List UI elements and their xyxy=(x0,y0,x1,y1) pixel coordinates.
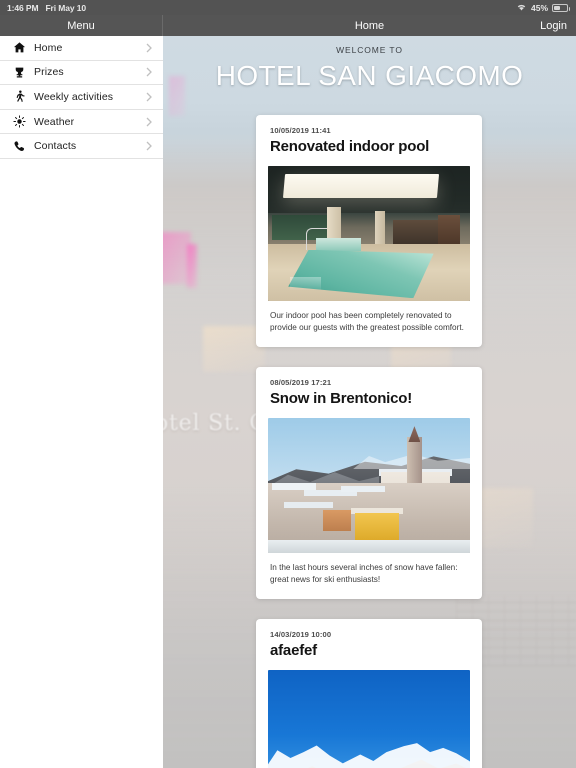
news-card-date: 08/05/2019 17:21 xyxy=(270,378,332,387)
news-card-text: Our indoor pool has been completely reno… xyxy=(270,311,464,332)
news-card-title: Snow in Brentonico! xyxy=(270,390,413,407)
news-card-text: In the last hours several inches of snow… xyxy=(270,563,458,584)
status-date: Fri May 10 xyxy=(45,2,87,13)
chevron-right-icon xyxy=(146,67,152,77)
sidebar-menu: Home Prizes Weekly activities Weather Co… xyxy=(0,36,163,768)
status-bar-left: 1:46 PM Fri May 10 xyxy=(0,3,86,13)
chevron-right-icon xyxy=(146,92,152,102)
status-time: 1:46 PM xyxy=(7,2,39,13)
chevron-right-icon xyxy=(146,117,152,127)
news-card-image xyxy=(268,670,470,768)
main-nav-bar: Home Login xyxy=(163,15,576,36)
login-button[interactable]: Login xyxy=(540,20,576,32)
sidebar-item-weather[interactable]: Weather xyxy=(0,109,163,135)
news-card[interactable]: 14/03/2019 10:00 afaefef xyxy=(256,619,482,768)
sun-icon xyxy=(9,115,29,128)
ipad-app-screen: 1:46 PM Fri May 10 45% Menu Home Login H… xyxy=(0,0,576,768)
chevron-right-icon xyxy=(146,43,152,53)
news-card-date: 10/05/2019 11:41 xyxy=(270,126,331,135)
snowy-village-photo xyxy=(268,418,470,553)
trophy-icon xyxy=(9,66,29,79)
sidebar-item-weekly-activities[interactable]: Weekly activities xyxy=(0,85,163,110)
news-card-image xyxy=(268,166,470,301)
sidebar-item-prizes[interactable]: Prizes xyxy=(0,60,163,86)
navigation-bar: Menu Home Login xyxy=(0,15,576,36)
news-card-date: 14/03/2019 10:00 xyxy=(270,630,332,639)
sidebar-item-label: Prizes xyxy=(34,66,64,79)
sidebar-nav-title: Menu xyxy=(67,19,95,32)
snow-mountains-photo xyxy=(268,670,470,768)
news-card-title: afaefef xyxy=(270,642,317,659)
main-content[interactable]: ★ ★ ★ otel St. Gia WELCOME TO HOTEL SAN … xyxy=(163,36,576,768)
chevron-right-icon xyxy=(146,141,152,151)
sidebar-item-label: Weekly activities xyxy=(34,90,114,103)
battery-icon xyxy=(552,3,570,12)
sidebar-item-label: Contacts xyxy=(34,140,77,153)
sidebar-item-home[interactable]: Home xyxy=(0,36,163,61)
news-card[interactable]: 10/05/2019 11:41 Renovated indoor pool O… xyxy=(256,115,482,347)
battery-percent: 45% xyxy=(530,2,548,13)
status-bar-right: 45% xyxy=(516,3,576,13)
sidebar-nav-title-bar: Menu xyxy=(0,15,163,36)
sidebar-item-contacts[interactable]: Contacts xyxy=(0,134,163,159)
news-card-image xyxy=(268,418,470,553)
wifi-icon xyxy=(516,3,527,12)
sidebar-item-label: Home xyxy=(34,41,63,54)
sidebar-item-label: Weather xyxy=(34,115,75,128)
status-bar: 1:46 PM Fri May 10 45% xyxy=(0,0,576,15)
walking-person-icon xyxy=(9,90,29,103)
news-card-title: Renovated indoor pool xyxy=(270,138,430,155)
news-card[interactable]: 08/05/2019 17:21 Snow in Brentonico! In … xyxy=(256,367,482,599)
news-feed[interactable]: 10/05/2019 11:41 Renovated indoor pool O… xyxy=(163,36,576,768)
main-nav-title: Home xyxy=(354,19,385,32)
phone-icon xyxy=(9,140,29,153)
indoor-pool-photo xyxy=(268,166,470,301)
house-icon xyxy=(9,41,29,54)
